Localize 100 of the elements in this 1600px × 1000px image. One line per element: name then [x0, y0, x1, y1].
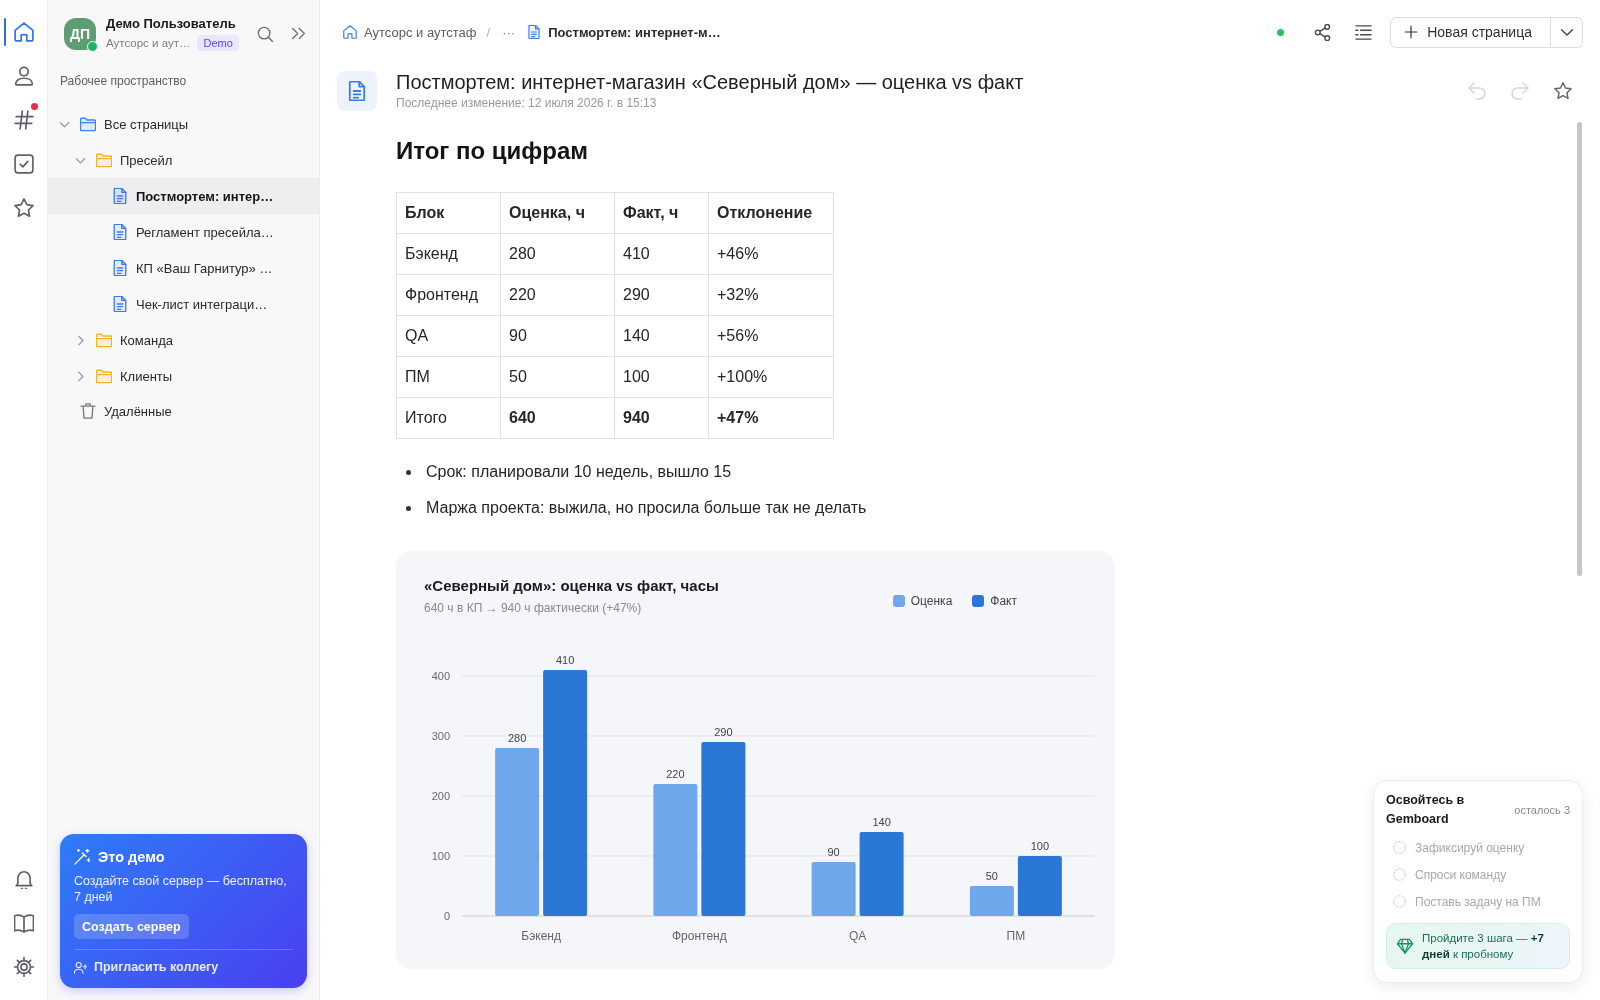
bullet-icon [406, 505, 411, 511]
tree-item[interactable]: Чек-лист интеграци… [48, 286, 319, 322]
bar-value-label: 410 [555, 654, 575, 666]
reward-text: Пройдите 3 шага — +7 дней к пробному [1422, 931, 1545, 962]
scrollbar-thumb[interactable] [1577, 122, 1582, 576]
promo-title: Это демо [98, 848, 165, 867]
table-cell: 640 [500, 397, 615, 439]
list-item-text: Срок: планировали 10 недель, вышло 15 [426, 462, 732, 482]
column-header: Отклонение [708, 192, 834, 234]
section-title: Рабочее пространство [60, 73, 188, 89]
book-icon [13, 913, 34, 933]
share-icon [1313, 23, 1331, 41]
table-cell: 280 [500, 233, 615, 275]
bar-value-label: 140 [872, 816, 891, 828]
table-cell: 220 [500, 274, 615, 316]
breadcrumb-separator: / [486, 24, 491, 40]
invite-colleague-button[interactable]: Пригласить коллегу [74, 957, 219, 977]
bullet-icon [406, 469, 411, 475]
diamond-icon [1397, 938, 1413, 954]
home-icon [343, 25, 357, 39]
table-cell: QA [396, 315, 501, 357]
user-name: Демо Пользователь [106, 16, 237, 32]
y-axis-label: 400 [431, 670, 450, 682]
bar-value-label: 90 [827, 846, 840, 858]
table-cell: Фронтенд [396, 274, 501, 316]
magic-wand-icon [74, 849, 90, 865]
document-icon [112, 260, 128, 276]
tree-item[interactable]: Команда [48, 322, 319, 358]
trash-icon [80, 403, 96, 419]
steps-remaining-label: осталось 3 [1514, 804, 1570, 816]
table-cell: 100 [614, 356, 709, 398]
column-header: Оценка, ч [500, 192, 615, 234]
plus-icon [1404, 25, 1419, 39]
bar-value-label: 280 [507, 732, 527, 744]
tree-item[interactable]: Все страницы [48, 106, 319, 142]
chart-title: «Северный дом»: оценка vs факт, часы [424, 576, 719, 596]
y-axis-label: 0 [443, 910, 450, 922]
tree-item[interactable]: Пресейл [48, 142, 319, 178]
list-icon [1354, 23, 1372, 41]
table-cell: +32% [708, 274, 834, 316]
step-label: Зафиксируй оценку [1415, 840, 1525, 855]
breadcrumb-link[interactable]: Аутсорс и аутстаф [343, 24, 477, 40]
checkbox-icon [13, 154, 34, 174]
table-cell: +56% [708, 315, 834, 357]
folder-icon [96, 368, 112, 384]
document-icon [112, 224, 128, 240]
table-cell: 140 [614, 315, 709, 357]
table-cell: ПМ [396, 356, 501, 398]
x-axis-label: Бэкенд [521, 929, 561, 943]
favorite-button[interactable] [1554, 81, 1572, 100]
star-icon [1554, 81, 1572, 100]
table-cell: 90 [500, 315, 615, 357]
table-cell: +46% [708, 233, 834, 275]
document-icon [527, 25, 542, 39]
x-axis-label: QA [848, 929, 867, 943]
y-axis-label: 200 [431, 790, 450, 802]
bar-value-label: 50 [985, 870, 998, 882]
new-page-menu-button[interactable] [1551, 16, 1583, 48]
section-heading: Итог по цифрам [396, 136, 590, 166]
folder-icon [96, 332, 112, 348]
add-user-icon [74, 960, 87, 974]
legend-label: Факт [990, 594, 1017, 608]
tree-item[interactable]: Регламент пресейла… [48, 214, 319, 250]
create-server-button[interactable]: Создать сервер [74, 914, 189, 939]
bell-icon [13, 869, 34, 889]
x-axis-label: Фронтенд [672, 929, 727, 943]
step-label: Поставь задачу на ПМ [1415, 894, 1541, 909]
tree-item[interactable]: Клиенты [48, 358, 319, 394]
document-icon [112, 188, 128, 204]
chart-bar [811, 862, 856, 916]
y-axis-label: 100 [431, 850, 450, 862]
table-cell: +47% [708, 397, 834, 439]
table-cell: +100% [708, 356, 834, 398]
hash-icon [13, 110, 34, 130]
x-axis-label: ПМ [1006, 929, 1026, 943]
onboarding-title: Освойтесь в Gemboard [1386, 792, 1466, 828]
double-chevron-icon [290, 26, 306, 41]
chart-subtitle: 640 ч в КП → 940 ч фактически (+47%) [424, 600, 643, 616]
chart-bar [1017, 856, 1062, 916]
legend-label: Оценка [910, 594, 953, 608]
table-cell: Бэкенд [396, 233, 501, 275]
new-page-button[interactable]: Новая страница [1390, 16, 1551, 48]
breadcrumb-more-button[interactable]: ··· [500, 24, 518, 40]
breadcrumb-current-page[interactable]: Постмортем: интернет-м… [527, 24, 721, 40]
document-icon [112, 296, 128, 312]
folder-icon [80, 116, 96, 132]
folder-icon [96, 152, 112, 168]
promo-text: Создайте свой сервер — бесплатно, 7 дней [74, 873, 288, 905]
table-cell: 290 [614, 274, 709, 316]
chart-bar [969, 886, 1014, 916]
user-avatar: ДП [64, 17, 96, 50]
tree-item[interactable]: Постмортем: интер… [48, 178, 319, 214]
tree-item[interactable]: КП «Ваш Гарнитур» … [48, 250, 319, 286]
person-icon [13, 66, 34, 86]
document-icon [337, 70, 377, 111]
table-cell: Итого [396, 397, 501, 439]
tree-item[interactable]: Удалённые [48, 394, 319, 428]
workspace-name: Аутсорс и аут… [106, 37, 191, 49]
table-cell: 50 [500, 356, 615, 398]
bar-value-label: 220 [666, 768, 685, 780]
